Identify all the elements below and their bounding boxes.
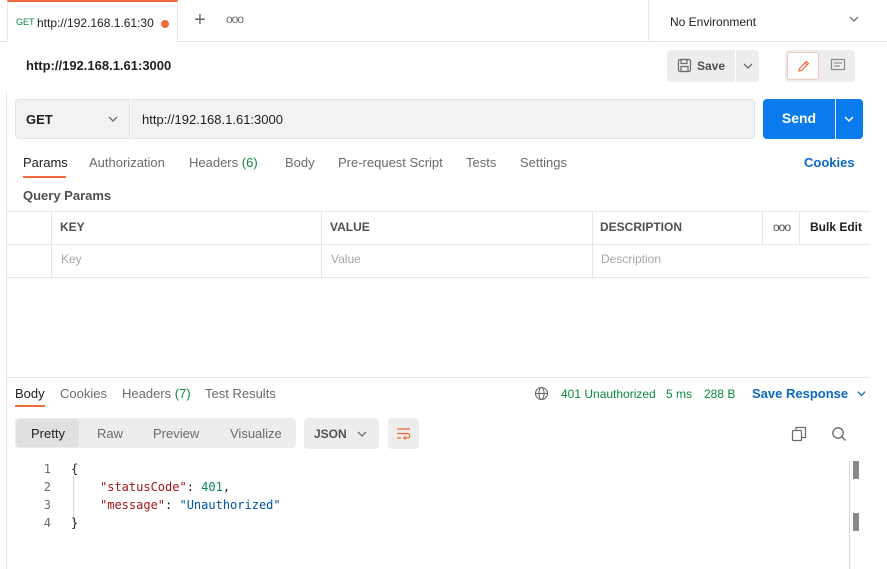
save-label: Save xyxy=(697,59,726,73)
panel-left-border xyxy=(6,92,7,569)
scrollbar-track[interactable] xyxy=(849,461,850,569)
response-tab-body[interactable]: Body xyxy=(15,386,45,401)
table-col-divider xyxy=(592,211,593,278)
tab-headers[interactable]: Headers (6) xyxy=(189,155,258,170)
wrap-lines-icon xyxy=(397,428,411,441)
save-response-button[interactable]: Save Response xyxy=(752,386,867,401)
column-header-key: KEY xyxy=(60,220,85,234)
response-tab-test-results[interactable]: Test Results xyxy=(205,386,276,401)
chevron-down-icon xyxy=(357,431,367,437)
save-button[interactable]: Save xyxy=(667,50,735,82)
table-col-divider xyxy=(321,211,322,278)
request-name[interactable]: http://192.168.1.61:3000 xyxy=(26,58,171,73)
environment-label: No Environment xyxy=(670,15,757,29)
json-line[interactable]: "message": "Unauthorized" xyxy=(100,498,281,512)
active-tab-indicator xyxy=(23,176,66,178)
environment-selector[interactable]: No Environment xyxy=(648,0,887,42)
more-options-icon[interactable]: ooo xyxy=(773,220,791,234)
chevron-down-icon xyxy=(844,116,854,122)
edit-view-button[interactable] xyxy=(787,52,819,80)
json-key: "statusCode" xyxy=(100,480,187,494)
table-border-top xyxy=(7,211,870,212)
response-tab-headers[interactable]: Headers (7) xyxy=(122,386,191,401)
response-divider[interactable] xyxy=(7,377,870,378)
response-headers-count: (7) xyxy=(174,386,191,401)
url-value: http://192.168.1.61:3000 xyxy=(142,112,283,127)
wrap-lines-button[interactable] xyxy=(388,418,419,449)
response-headers-label: Headers xyxy=(122,386,172,401)
search-icon[interactable] xyxy=(831,426,847,445)
tab-method: GET xyxy=(16,17,35,27)
tab-body[interactable]: Body xyxy=(285,155,315,170)
line-number: 2 xyxy=(43,480,51,494)
scrollbar-marker[interactable] xyxy=(853,513,859,531)
view-mode-visualize[interactable]: Visualize xyxy=(230,426,282,441)
table-col-divider xyxy=(799,211,800,245)
save-dropdown-button[interactable] xyxy=(736,50,759,82)
url-input[interactable]: http://192.168.1.61:3000 xyxy=(131,99,755,139)
send-dropdown-button[interactable] xyxy=(836,99,863,139)
tab-title: http://192.168.1.61:3000 xyxy=(37,16,154,30)
json-open-brace[interactable]: { xyxy=(71,462,78,476)
tab-params[interactable]: Params xyxy=(23,155,68,170)
new-tab-plus-icon[interactable]: + xyxy=(190,10,210,32)
view-mode-preview[interactable]: Preview xyxy=(153,426,199,441)
line-number: 4 xyxy=(43,516,51,530)
save-icon xyxy=(677,58,692,76)
tab-prerequest-script[interactable]: Pre-request Script xyxy=(338,155,443,170)
table-header-divider xyxy=(7,244,870,245)
format-select[interactable]: JSON xyxy=(304,418,379,449)
documentation-view-button[interactable] xyxy=(823,52,853,80)
save-response-label: Save Response xyxy=(752,386,849,401)
send-label: Send xyxy=(781,110,817,126)
more-tabs-icon[interactable]: ooo xyxy=(226,12,244,26)
description-input[interactable]: Description xyxy=(601,252,661,266)
comment-icon xyxy=(830,58,846,71)
tab-headers-count: (6) xyxy=(241,155,258,170)
unsaved-dot-icon xyxy=(161,20,169,28)
chevron-down-icon xyxy=(857,391,866,397)
key-input[interactable]: Key xyxy=(61,252,82,266)
tab-settings[interactable]: Settings xyxy=(520,155,567,170)
copy-icon[interactable] xyxy=(791,426,807,445)
table-col-divider xyxy=(51,211,52,278)
pencil-icon xyxy=(798,60,810,72)
json-value: "Unauthorized" xyxy=(179,498,281,512)
response-time[interactable]: 5 ms xyxy=(666,387,692,401)
tab-tests[interactable]: Tests xyxy=(466,155,496,170)
cookies-link[interactable]: Cookies xyxy=(804,155,855,170)
send-button[interactable]: Send xyxy=(763,99,835,139)
response-status[interactable]: 401 Unauthorized xyxy=(561,387,656,401)
line-number: 1 xyxy=(43,462,51,476)
view-mode-raw[interactable]: Raw xyxy=(97,426,123,441)
view-mode-pretty[interactable]: Pretty xyxy=(31,426,65,441)
response-tab-cookies[interactable]: Cookies xyxy=(60,386,107,401)
response-size[interactable]: 288 B xyxy=(704,387,735,401)
request-tab[interactable]: GET http://192.168.1.61:3000 xyxy=(7,0,178,42)
json-key: "message" xyxy=(100,498,166,512)
globe-icon[interactable] xyxy=(534,386,549,404)
method-label: GET xyxy=(26,112,53,127)
chevron-down-icon xyxy=(848,13,860,28)
json-line[interactable]: "statusCode": 401, xyxy=(100,480,230,494)
chevron-down-icon xyxy=(743,63,753,69)
format-label: JSON xyxy=(314,427,347,441)
column-header-description: DESCRIPTION xyxy=(600,220,683,234)
json-close-brace[interactable]: } xyxy=(71,516,78,530)
line-number: 3 xyxy=(43,498,51,512)
table-col-divider xyxy=(762,211,763,245)
scrollbar-thumb[interactable] xyxy=(853,461,859,479)
tab-headers-label: Headers xyxy=(189,155,239,170)
json-value: 401 xyxy=(201,480,223,494)
method-select[interactable]: GET xyxy=(15,99,130,139)
column-header-value: VALUE xyxy=(330,220,370,234)
chevron-down-icon xyxy=(107,113,119,128)
bulk-edit-button[interactable]: Bulk Edit xyxy=(810,220,862,234)
tab-authorization[interactable]: Authorization xyxy=(89,155,165,170)
query-params-title: Query Params xyxy=(23,188,112,203)
table-border-bottom xyxy=(7,277,870,278)
value-input[interactable]: Value xyxy=(331,252,361,266)
active-tab-indicator xyxy=(15,405,45,407)
